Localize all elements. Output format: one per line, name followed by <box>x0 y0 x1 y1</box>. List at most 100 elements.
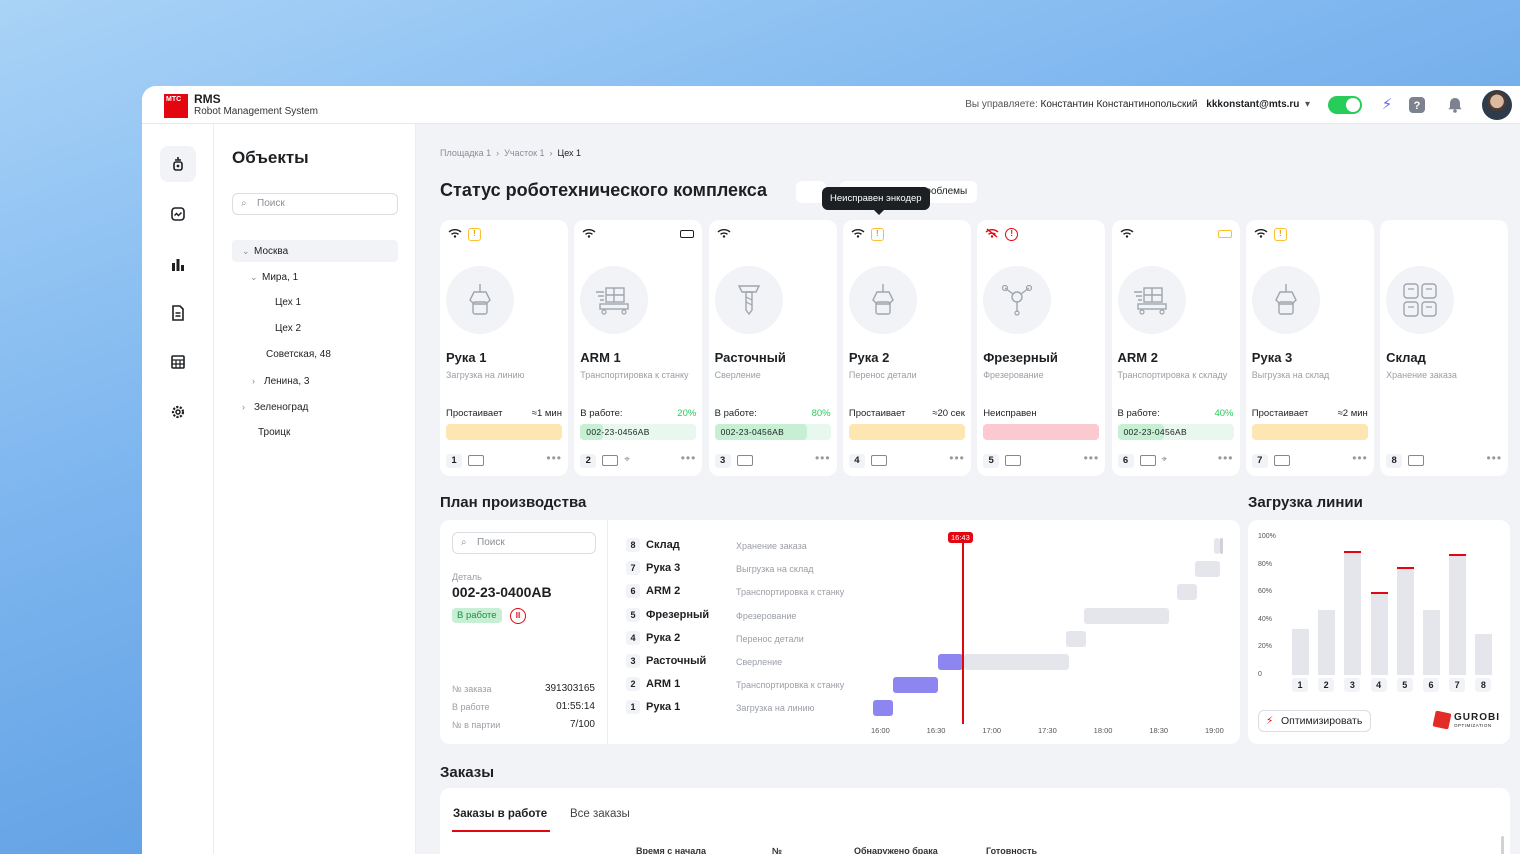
robot-icon[interactable] <box>160 146 196 182</box>
avatar[interactable] <box>1482 90 1512 120</box>
manager-info[interactable]: Вы управляете: Константин Константинопол… <box>965 99 1310 110</box>
robot-card[interactable]: ARM 2 Транспортировка к складу В работе: 40… <box>1111 220 1240 476</box>
warning-icon[interactable]: ! <box>1273 228 1287 241</box>
robot-card[interactable]: ARM 1 Транспортировка к станку В работе: 20… <box>574 220 703 476</box>
load-bar[interactable] <box>1318 610 1336 675</box>
chevron-down-icon[interactable]: ⌄ <box>250 266 262 288</box>
load-bar[interactable] <box>1449 553 1467 675</box>
bell-icon[interactable] <box>1446 96 1464 114</box>
camera-icon[interactable] <box>602 455 619 466</box>
tree-item-moskva[interactable]: ⌄ Москва <box>232 240 398 262</box>
load-bar[interactable] <box>1423 610 1440 675</box>
col-header-readiness[interactable]: Готовность <box>986 846 1037 854</box>
gantt-bar[interactable] <box>1195 561 1220 578</box>
col-header-defects[interactable]: Обнаружено брака <box>854 846 938 854</box>
plan-search-input[interactable]: ⌕ Поиск <box>452 532 596 554</box>
load-bar[interactable] <box>1396 567 1414 675</box>
gantt-bar[interactable] <box>892 677 938 694</box>
load-bar[interactable] <box>1344 550 1362 675</box>
more-icon[interactable]: ••• <box>1486 451 1502 465</box>
more-icon[interactable]: ••• <box>1352 451 1368 465</box>
breadcrumb-item[interactable]: Участок 1 <box>504 148 544 158</box>
location-pin-icon[interactable]: ⌖ <box>1162 454 1168 465</box>
tree-item-troick[interactable]: Троицк <box>258 422 290 444</box>
more-icon[interactable]: ••• <box>949 451 965 465</box>
objects-search-input[interactable]: ⌕ Поиск <box>232 193 398 215</box>
toggle-icon[interactable] <box>1328 96 1362 114</box>
chevron-down-icon[interactable]: ⌄ <box>242 240 254 262</box>
gantt-bar[interactable] <box>937 654 964 670</box>
more-icon[interactable]: ••• <box>1218 451 1234 465</box>
warning-icon[interactable]: ! <box>870 228 884 241</box>
tree-item-ceh-1[interactable]: Цех 1 <box>275 292 301 314</box>
breadcrumb-item[interactable]: Площадка 1 <box>440 148 491 158</box>
gantt-row[interactable]: 3 Расточный <box>626 654 706 670</box>
more-icon[interactable]: ••• <box>681 451 697 465</box>
help-icon[interactable]: ? <box>1408 96 1426 114</box>
warning-icon[interactable]: ! <box>468 228 481 241</box>
robot-card[interactable]: ! Рука 2 Перенос детали Простаивает ≈20 сек 4… <box>842 220 971 476</box>
x-label: 1 <box>1292 678 1308 692</box>
breadcrumb-current: Цех 1 <box>557 148 582 158</box>
tree-item-mira[interactable]: ⌄ Мира, 1 <box>250 266 298 288</box>
robot-arm-icon <box>848 266 917 334</box>
gurobi-mark-icon <box>1432 710 1452 730</box>
monitor-icon[interactable] <box>160 196 196 232</box>
tree-item-sovetskaya[interactable]: Советская, 48 <box>266 344 331 366</box>
chevron-right-icon[interactable]: › <box>252 370 264 392</box>
bolt-icon[interactable]: ⚡ <box>1378 96 1396 114</box>
gantt-row[interactable]: 2 ARM 1 <box>626 677 680 693</box>
load-bar[interactable] <box>1292 629 1309 675</box>
card-desc: Сверление <box>714 370 761 380</box>
gantt-row[interactable]: 8 Склад <box>626 538 680 554</box>
gantt-bar[interactable] <box>1176 584 1198 601</box>
camera-icon[interactable] <box>1273 455 1290 466</box>
gantt-row[interactable]: 4 Рука 2 <box>626 630 681 647</box>
gantt-row[interactable]: 1 Рука 1 <box>626 700 680 716</box>
card-status-icons <box>1386 228 1502 242</box>
gantt-bar[interactable] <box>1084 607 1170 624</box>
calendar-icon[interactable] <box>160 344 196 380</box>
gantt-bar[interactable] <box>1065 630 1086 647</box>
doc-icon[interactable] <box>160 295 196 331</box>
tree-item-lenina[interactable]: › Ленина, 3 <box>252 370 309 392</box>
col-header-number[interactable]: № <box>772 846 782 854</box>
tab-all-orders[interactable]: Все заказы <box>570 808 630 820</box>
col-header-time[interactable]: Время с начала <box>636 846 706 854</box>
gantt-row[interactable]: 6 ARM 2 <box>626 584 680 600</box>
gantt-bar[interactable] <box>963 654 1070 670</box>
gantt-bar[interactable] <box>872 700 893 717</box>
robot-card[interactable]: ! Рука 1 Загрузка на линию Простаивает ≈1 ми… <box>440 220 568 476</box>
pause-icon[interactable]: II <box>510 608 526 624</box>
more-icon[interactable]: ••• <box>815 451 831 465</box>
location-pin-icon[interactable]: ⌖ <box>624 454 630 465</box>
row-name: Рука 2 <box>646 631 681 644</box>
tree-item-zelenograd[interactable]: › Зеленоград <box>242 396 308 418</box>
tree-item-ceh-2[interactable]: Цех 2 <box>275 318 301 340</box>
more-icon[interactable]: ••• <box>546 451 562 465</box>
robot-card[interactable]: Расточный Сверление В работе: 80% 002-23-045… <box>708 220 837 476</box>
warning-icon[interactable]: ! <box>1005 228 1019 241</box>
gear-icon[interactable] <box>160 394 196 430</box>
camera-icon[interactable] <box>1139 455 1156 466</box>
optimize-button[interactable]: ⚡ Оптимизировать <box>1258 710 1372 732</box>
chevron-right-icon[interactable]: › <box>242 396 254 418</box>
camera-icon[interactable] <box>1005 455 1022 466</box>
camera-icon[interactable] <box>468 455 484 466</box>
scrollbar[interactable] <box>1220 538 1223 554</box>
robot-card[interactable]: ! Рука 3 Выгрузка на склад Простаивает ≈2 ми… <box>1245 220 1374 476</box>
load-bar[interactable] <box>1370 592 1388 675</box>
more-icon[interactable]: ••• <box>1084 451 1100 465</box>
tab-orders-in-work[interactable]: Заказы в работе <box>453 808 547 820</box>
chart-icon[interactable] <box>160 246 196 282</box>
robot-card[interactable]: Склад Хранение заказа 8 ••• <box>1380 220 1509 476</box>
chevron-down-icon[interactable]: ▾ <box>1302 99 1310 110</box>
gantt-row[interactable]: 5 Фрезерный <box>626 607 709 624</box>
camera-icon[interactable] <box>870 455 887 466</box>
camera-icon[interactable] <box>1408 455 1425 466</box>
gantt-row[interactable]: 7 Рука 3 <box>626 561 680 577</box>
robot-card[interactable]: ! Фрезерный Фрезерование Неисправен 5 ••• <box>977 220 1106 476</box>
load-bar[interactable] <box>1475 633 1493 675</box>
scrollbar[interactable] <box>1501 836 1504 854</box>
camera-icon[interactable] <box>736 455 753 466</box>
